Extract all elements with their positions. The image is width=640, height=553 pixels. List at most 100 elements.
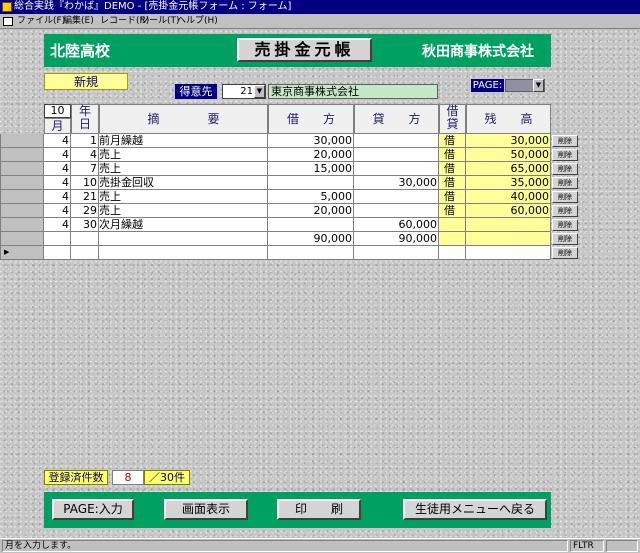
cell-d[interactable]: 4 xyxy=(71,148,99,162)
cell-debit[interactable] xyxy=(268,218,354,232)
table-row[interactable]: 90,000 90,000 削除 xyxy=(0,232,580,246)
delete-button[interactable]: 削除 xyxy=(552,177,578,189)
row-selector[interactable] xyxy=(0,204,44,218)
cell-d[interactable]: 21 xyxy=(71,190,99,204)
row-selector[interactable] xyxy=(0,190,44,204)
cell-m[interactable]: 4 xyxy=(44,204,71,218)
cell-dc[interactable] xyxy=(439,246,466,260)
screen-display-button[interactable]: 画面表示 xyxy=(164,499,248,520)
row-selector[interactable] xyxy=(0,176,44,190)
delete-button[interactable]: 削除 xyxy=(552,205,578,217)
cell-bal[interactable]: 35,000 xyxy=(466,176,551,190)
page-combo[interactable]: ▼ xyxy=(505,79,545,92)
cell-credit[interactable]: 90,000 xyxy=(354,232,439,246)
menu-tools[interactable]: ツール(T) xyxy=(140,14,180,29)
cell-bal[interactable] xyxy=(466,246,551,260)
cell-credit[interactable] xyxy=(354,204,439,218)
cell-desc[interactable]: 売上 xyxy=(99,148,268,162)
cell-m[interactable]: 4 xyxy=(44,218,71,232)
row-selector[interactable] xyxy=(0,162,44,176)
table-row[interactable]: 4 29 売上 20,000 借 60,000 削除 xyxy=(0,204,580,218)
cell-dc[interactable]: 借 xyxy=(439,134,466,148)
chevron-down-icon[interactable]: ▼ xyxy=(533,79,544,92)
table-row[interactable]: 4 1 前月繰越 30,000 借 30,000 削除 xyxy=(0,134,580,148)
cell-m[interactable]: 4 xyxy=(44,134,71,148)
cell-m[interactable]: 4 xyxy=(44,176,71,190)
cell-desc[interactable] xyxy=(99,232,268,246)
cell-m[interactable]: 4 xyxy=(44,162,71,176)
cell-m[interactable]: 4 xyxy=(44,190,71,204)
delete-button[interactable]: 削除 xyxy=(552,149,578,161)
delete-button[interactable]: 削除 xyxy=(552,219,578,231)
cell-credit[interactable]: 30,000 xyxy=(354,176,439,190)
cell-dc[interactable]: 借 xyxy=(439,176,466,190)
row-selector[interactable]: ▶ xyxy=(0,246,44,260)
cell-d[interactable]: 30 xyxy=(71,218,99,232)
cell-d[interactable] xyxy=(71,246,99,260)
table-row[interactable]: 4 10 売掛金回収 30,000 借 35,000 削除 xyxy=(0,176,580,190)
cell-debit[interactable]: 5,000 xyxy=(268,190,354,204)
cell-debit[interactable]: 15,000 xyxy=(268,162,354,176)
customer-number-combo[interactable]: 21 ▼ xyxy=(222,84,266,99)
cell-dc[interactable] xyxy=(439,218,466,232)
table-row[interactable]: 4 30 次月繰越 60,000 削除 xyxy=(0,218,580,232)
row-selector[interactable] xyxy=(0,218,44,232)
cell-d[interactable]: 1 xyxy=(71,134,99,148)
row-selector[interactable] xyxy=(0,148,44,162)
row-selector[interactable] xyxy=(0,134,44,148)
cell-dc[interactable] xyxy=(439,232,466,246)
cell-bal[interactable]: 50,000 xyxy=(466,148,551,162)
cell-credit[interactable] xyxy=(354,246,439,260)
cell-desc[interactable]: 次月繰越 xyxy=(99,218,268,232)
back-to-menu-button[interactable]: 生徒用メニューへ戻る xyxy=(403,499,547,520)
cell-desc[interactable]: 売上 xyxy=(99,190,268,204)
print-button[interactable]: 印 刷 xyxy=(277,499,361,520)
cell-dc[interactable]: 借 xyxy=(439,190,466,204)
cell-credit[interactable] xyxy=(354,162,439,176)
cell-bal[interactable]: 60,000 xyxy=(466,204,551,218)
cell-d[interactable] xyxy=(71,232,99,246)
cell-debit[interactable] xyxy=(268,176,354,190)
cell-credit[interactable] xyxy=(354,134,439,148)
cell-dc[interactable]: 借 xyxy=(439,162,466,176)
menu-file[interactable]: ファイル(F) xyxy=(17,14,65,29)
cell-desc[interactable]: 売上 xyxy=(99,162,268,176)
cell-debit[interactable]: 30,000 xyxy=(268,134,354,148)
cell-m[interactable]: 4 xyxy=(44,148,71,162)
cell-m[interactable] xyxy=(44,232,71,246)
page-input-button[interactable]: PAGE:入力 xyxy=(52,499,134,520)
chevron-down-icon[interactable]: ▼ xyxy=(254,85,265,98)
cell-d[interactable]: 10 xyxy=(71,176,99,190)
cell-bal[interactable] xyxy=(466,232,551,246)
form-icon[interactable] xyxy=(3,17,13,26)
cell-d[interactable]: 29 xyxy=(71,204,99,218)
cell-credit[interactable] xyxy=(354,148,439,162)
cell-desc[interactable]: 前月繰越 xyxy=(99,134,268,148)
delete-button[interactable]: 削除 xyxy=(552,233,578,245)
cell-bal[interactable]: 30,000 xyxy=(466,134,551,148)
cell-dc[interactable]: 借 xyxy=(439,204,466,218)
cell-desc[interactable] xyxy=(99,246,268,260)
row-selector[interactable] xyxy=(0,232,44,246)
delete-button[interactable]: 削除 xyxy=(552,191,578,203)
cell-bal[interactable]: 65,000 xyxy=(466,162,551,176)
cell-debit[interactable]: 20,000 xyxy=(268,148,354,162)
table-row[interactable]: 4 7 売上 15,000 借 65,000 削除 xyxy=(0,162,580,176)
delete-button[interactable]: 削除 xyxy=(552,163,578,175)
cell-credit[interactable]: 60,000 xyxy=(354,218,439,232)
cell-debit[interactable]: 90,000 xyxy=(268,232,354,246)
cell-credit[interactable] xyxy=(354,190,439,204)
cell-dc[interactable]: 借 xyxy=(439,148,466,162)
cell-desc[interactable]: 売上 xyxy=(99,204,268,218)
table-row[interactable]: ▶ 削除 xyxy=(0,246,580,260)
cell-debit[interactable]: 20,000 xyxy=(268,204,354,218)
table-row[interactable]: 4 4 売上 20,000 借 50,000 削除 xyxy=(0,148,580,162)
cell-desc[interactable]: 売掛金回収 xyxy=(99,176,268,190)
cell-bal[interactable] xyxy=(466,218,551,232)
table-row[interactable]: 4 21 売上 5,000 借 40,000 削除 xyxy=(0,190,580,204)
menu-edit[interactable]: 編集(E) xyxy=(63,14,94,29)
cell-debit[interactable] xyxy=(268,246,354,260)
month-input[interactable]: 10 xyxy=(44,104,71,118)
delete-button[interactable]: 削除 xyxy=(552,135,578,147)
cell-d[interactable]: 7 xyxy=(71,162,99,176)
